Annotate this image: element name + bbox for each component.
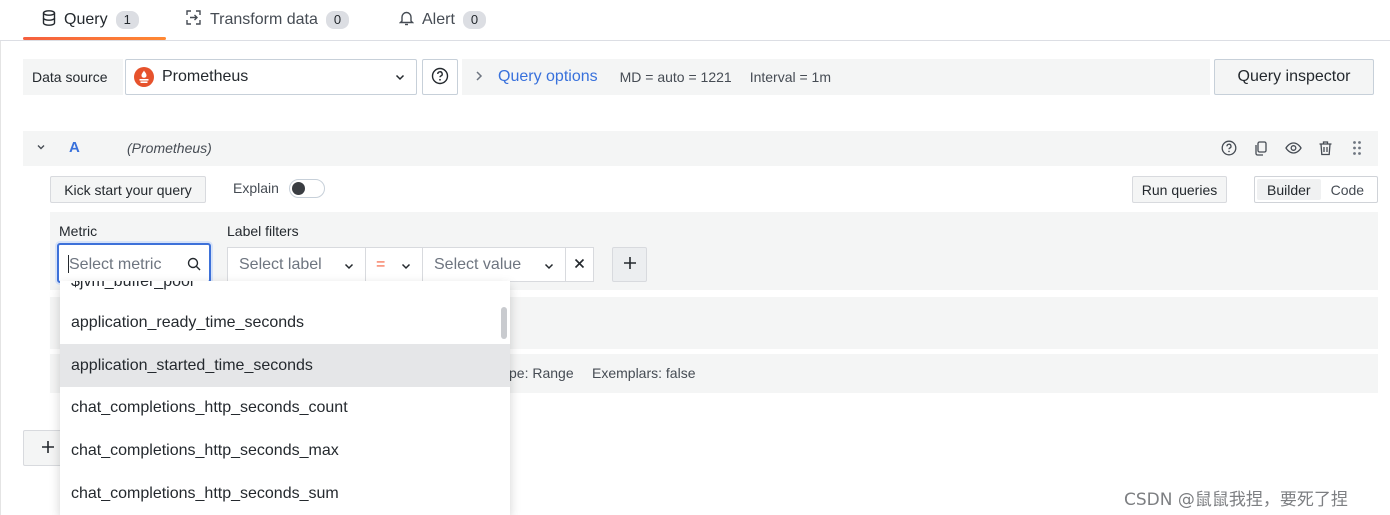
select-value-dropdown[interactable]: Select value [422, 247, 566, 282]
datasource-value: Prometheus [162, 68, 249, 85]
query-row-header: A (Prometheus) [23, 131, 1378, 166]
tab-alert[interactable]: Alert 0 [398, 0, 487, 40]
chevron-right-icon [474, 69, 484, 85]
plus-icon [41, 437, 55, 460]
metric-label: Metric [59, 223, 98, 239]
tab-transform-count: 0 [325, 11, 350, 29]
copy-icon[interactable] [1252, 139, 1270, 157]
chevron-down-icon [394, 70, 406, 88]
chevron-down-icon [343, 259, 355, 277]
mode-code[interactable]: Code [1321, 179, 1374, 200]
active-tab-indicator [23, 37, 166, 40]
datasource-label: Data source [23, 59, 123, 95]
label-filters-label: Label filters [227, 223, 299, 239]
metric-dropdown-list: $jvm_buffer_pool application_ready_time_… [60, 281, 510, 515]
kick-start-button[interactable]: Kick start your query [50, 176, 206, 203]
trash-icon[interactable] [1316, 139, 1334, 157]
explain-label: Explain [233, 180, 279, 196]
metric-option-highlighted[interactable]: application_started_time_seconds [60, 344, 510, 387]
datasource-help-button[interactable] [422, 59, 458, 95]
operator-value: = [376, 255, 386, 273]
remove-filter-button[interactable] [565, 247, 594, 282]
metric-option[interactable]: application_ready_time_seconds [60, 301, 510, 344]
database-icon [42, 9, 56, 31]
interval-info: Interval = 1m [749, 69, 832, 85]
tab-query[interactable]: Query 1 [42, 0, 139, 40]
tab-transform-label: Transform data [210, 11, 318, 28]
eye-icon[interactable] [1284, 139, 1302, 157]
operator-dropdown[interactable]: = [365, 247, 423, 282]
question-circle-icon [431, 67, 449, 88]
editor-mode-switch: Builder Code [1254, 176, 1378, 203]
tab-query-count: 1 [115, 11, 139, 29]
max-data-points: MD = auto = 1221 [619, 69, 732, 85]
metric-option[interactable]: chat_completions_http_seconds_count [60, 386, 510, 429]
tab-alert-label: Alert [422, 11, 455, 28]
panel-border [0, 41, 6, 515]
query-options-bar[interactable]: Query options MD = auto = 1221 Interval … [462, 59, 1210, 95]
chevron-down-icon [543, 259, 555, 277]
metric-option[interactable]: chat_completions_http_seconds_sum [60, 472, 510, 515]
search-icon [187, 257, 201, 274]
mode-builder[interactable]: Builder [1257, 179, 1321, 200]
watermark: CSDN @鼠鼠我捏，要死了捏 [1124, 490, 1348, 510]
select-label-dropdown[interactable]: Select label [227, 247, 366, 282]
metric-placeholder: Select metric [69, 256, 162, 273]
add-query-button[interactable] [23, 430, 63, 466]
metric-option[interactable]: chat_completions_http_seconds_max [60, 429, 510, 472]
bell-icon [398, 10, 415, 31]
dropdown-scrollbar[interactable] [501, 307, 507, 339]
metric-search-input[interactable]: Select metric [57, 243, 211, 283]
add-filter-button[interactable] [612, 247, 647, 282]
text-caret [68, 255, 69, 273]
select-label-placeholder: Select label [239, 255, 322, 273]
tab-bar: Query 1 Transform data 0 Alert 0 [0, 0, 1390, 41]
run-queries-button[interactable]: Run queries [1132, 176, 1227, 203]
query-options-title: Query options [498, 68, 598, 85]
query-inspector-button[interactable]: Query inspector [1214, 59, 1374, 95]
query-letter[interactable]: A [69, 139, 80, 156]
help-icon[interactable] [1220, 139, 1238, 157]
drag-handle-icon[interactable] [1348, 139, 1366, 157]
options-exemplars: Exemplars: false [592, 365, 696, 381]
collapse-chevron-icon[interactable] [35, 140, 47, 156]
transform-icon [185, 9, 202, 31]
metric-option[interactable]: $jvm_buffer_pool [60, 281, 510, 303]
chevron-down-icon [400, 259, 412, 277]
tab-transform[interactable]: Transform data 0 [185, 0, 350, 40]
tab-alert-count: 0 [462, 11, 487, 29]
options-type: pe: Range [509, 365, 574, 381]
query-datasource-name: (Prometheus) [127, 140, 212, 156]
close-icon [574, 256, 585, 274]
tab-query-label: Query [64, 11, 108, 28]
datasource-picker[interactable]: Prometheus [125, 59, 417, 95]
query-row-actions [1220, 139, 1366, 157]
select-value-placeholder: Select value [434, 255, 522, 273]
explain-toggle[interactable] [289, 179, 325, 198]
prometheus-logo-icon [134, 67, 154, 87]
plus-icon [623, 253, 637, 276]
